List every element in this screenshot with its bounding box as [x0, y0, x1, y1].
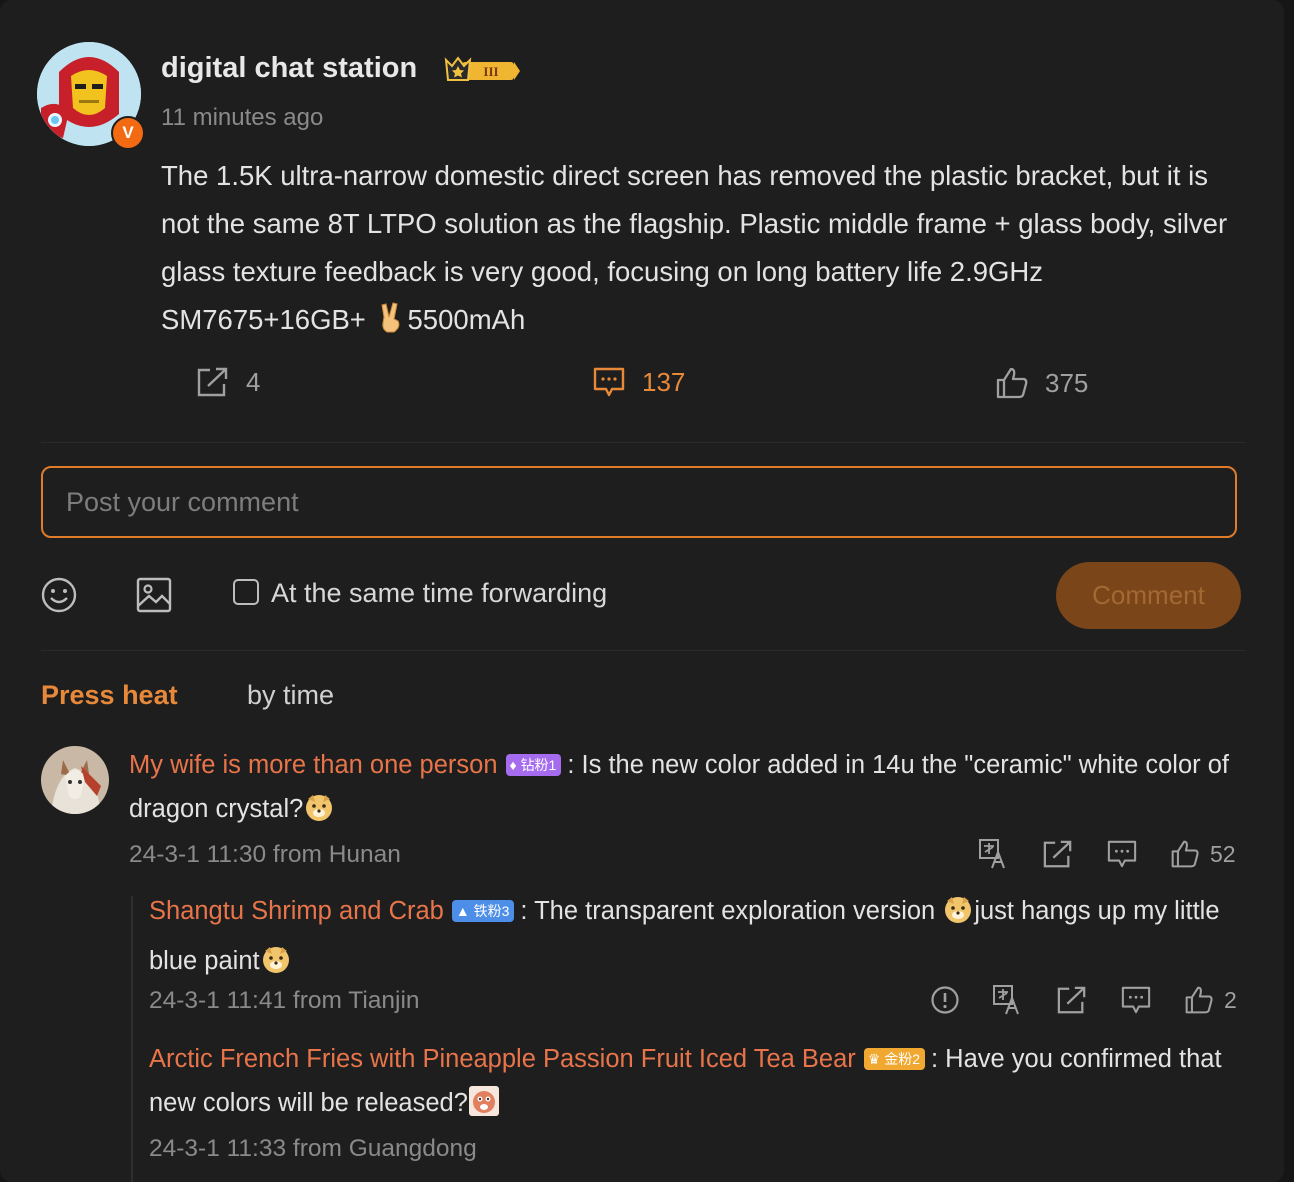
- forward-icon: [197, 367, 228, 397]
- reply-icon[interactable]: [1106, 839, 1138, 869]
- like-count: 375: [1045, 367, 1089, 398]
- like-stat[interactable]: 375: [995, 366, 1088, 400]
- forward-label[interactable]: At the same time forwarding: [271, 578, 607, 609]
- forward-checkbox[interactable]: [233, 579, 259, 605]
- translate-icon[interactable]: [992, 984, 1024, 1016]
- comment-body: My wife is more than one person ♦ 钻粉1: Is…: [129, 743, 1244, 837]
- post-body-text: The 1.5K ultra-narrow domestic direct sc…: [161, 160, 1228, 335]
- comment-actions: 52: [946, 838, 1236, 870]
- forward-count: 4: [246, 366, 261, 397]
- share-icon[interactable]: [1056, 985, 1088, 1015]
- share-icon[interactable]: [1042, 839, 1074, 869]
- comment-meta: 24-3-1 11:30 from Hunan: [129, 841, 401, 868]
- monkey-emoji: [468, 1085, 500, 1131]
- like-icon[interactable]: 2: [1184, 985, 1237, 1015]
- reply-username[interactable]: Shangtu Shrimp and Crab: [149, 897, 444, 925]
- comment-username[interactable]: My wife is more than one person: [129, 751, 498, 779]
- fan-badge: ▲ 铁粉3: [451, 900, 515, 922]
- post-card: V digital chat station III 11 minutes ag…: [0, 0, 1284, 1182]
- author-avatar[interactable]: V: [37, 42, 145, 150]
- divider: [41, 442, 1246, 443]
- doge-emoji: [942, 893, 974, 939]
- doge-emoji: [303, 791, 335, 837]
- post-body: The 1.5K ultra-narrow domestic direct sc…: [161, 152, 1251, 350]
- post-time: 11 minutes ago: [161, 104, 324, 131]
- comment-stat[interactable]: 137: [592, 366, 685, 398]
- author-name[interactable]: digital chat station: [161, 52, 417, 85]
- translate-icon[interactable]: [978, 838, 1010, 870]
- comment-submit-button[interactable]: Comment: [1056, 562, 1241, 629]
- report-icon[interactable]: [930, 985, 960, 1015]
- comment-input-placeholder: Post your comment: [66, 486, 299, 517]
- post-body-text-end: 5500mAh: [407, 304, 526, 335]
- doge-emoji: [260, 943, 292, 989]
- reply-username[interactable]: Arctic French Fries with Pineapple Passi…: [149, 1045, 856, 1073]
- comment-icon: [593, 367, 625, 397]
- commenter-avatar[interactable]: [41, 746, 109, 814]
- verified-badge: V: [111, 116, 145, 150]
- fan-badge: ♦ 钻粉1: [505, 754, 562, 776]
- reply-thread-line: [131, 896, 133, 1182]
- forward-stat[interactable]: 4: [196, 366, 260, 398]
- reply-meta: 24-3-1 11:41 from Tianjin: [149, 987, 420, 1014]
- comment-input[interactable]: Post your comment: [41, 466, 1237, 538]
- reply-body: Arctic French Fries with Pineapple Passi…: [149, 1037, 1244, 1131]
- reply-body: Shangtu Shrimp and Crab ▲ 铁粉3: The transp…: [149, 889, 1244, 989]
- emoji-icon[interactable]: [40, 576, 78, 619]
- like-count: 52: [1210, 840, 1236, 867]
- image-icon[interactable]: [135, 576, 173, 619]
- sort-by-time-tab[interactable]: by time: [247, 680, 334, 711]
- victory-hand-emoji: [374, 301, 408, 350]
- reply-meta: 24-3-1 11:33 from Guangdong: [149, 1135, 477, 1162]
- sort-by-heat-tab[interactable]: Press heat: [41, 680, 178, 711]
- like-icon: [996, 367, 1028, 399]
- fan-badge: ♛ 金粉2: [863, 1048, 926, 1070]
- rank-badge: III: [444, 56, 520, 91]
- like-icon[interactable]: 52: [1170, 839, 1236, 869]
- divider: [41, 650, 1246, 651]
- reply-actions: 2: [898, 984, 1237, 1016]
- comment-count: 137: [642, 366, 686, 397]
- rank-badge-label: III: [483, 64, 498, 79]
- reply-icon[interactable]: [1120, 985, 1152, 1015]
- like-count: 2: [1224, 986, 1237, 1013]
- reply-text: : The transparent exploration version: [520, 897, 943, 925]
